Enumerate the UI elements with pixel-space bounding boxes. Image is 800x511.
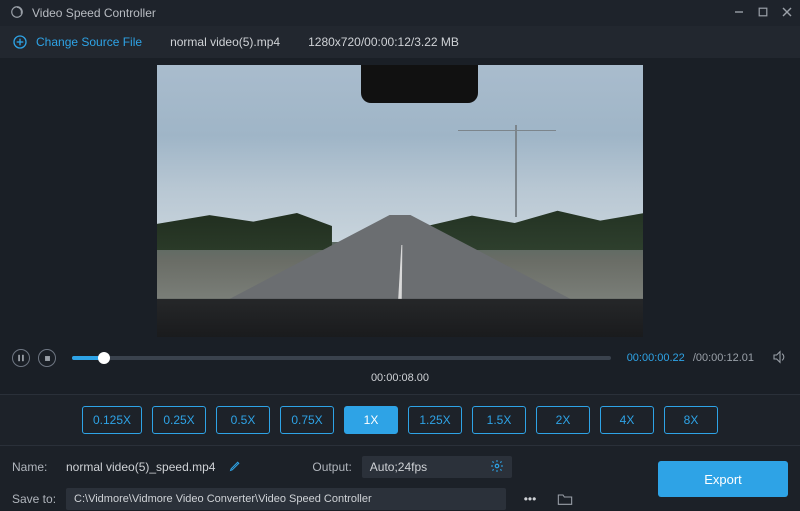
plus-circle-icon — [12, 34, 28, 50]
speed-4x[interactable]: 4X — [600, 406, 654, 434]
browse-button[interactable]: ••• — [516, 488, 544, 510]
marker-time: 00:00:08.00 — [0, 372, 800, 394]
volume-button[interactable] — [772, 350, 788, 367]
output-format-value: Auto;24fps — [370, 460, 427, 474]
stop-button[interactable] — [38, 349, 56, 367]
app-title: Video Speed Controller — [32, 6, 156, 20]
time-current: 00:00:00.22 — [627, 352, 685, 364]
output-label: Output: — [312, 460, 351, 474]
speed-2x[interactable]: 2X — [536, 406, 590, 434]
change-source-button[interactable]: Change Source File — [12, 34, 142, 50]
seek-slider[interactable] — [72, 356, 611, 360]
maximize-icon[interactable] — [758, 6, 768, 20]
speed-1-25x[interactable]: 1.25X — [408, 406, 462, 434]
name-label: Name: — [12, 460, 56, 474]
name-value: normal video(5)_speed.mp4 — [66, 460, 215, 474]
pause-button[interactable] — [12, 349, 30, 367]
save-path-value: C:\Vidmore\Vidmore Video Converter\Video… — [74, 493, 372, 505]
speed-0-5x[interactable]: 0.5X — [216, 406, 270, 434]
speed-1-5x[interactable]: 1.5X — [472, 406, 526, 434]
titlebar: Video Speed Controller — [0, 0, 800, 26]
titlebar-left: Video Speed Controller — [10, 5, 156, 22]
source-filename: normal video(5).mp4 — [170, 35, 280, 49]
save-path-input[interactable]: C:\Vidmore\Vidmore Video Converter\Video… — [66, 488, 506, 510]
window-controls — [734, 6, 792, 20]
video-frame[interactable] — [157, 65, 643, 337]
seek-thumb[interactable] — [98, 352, 110, 364]
source-meta: 1280x720/00:00:12/3.22 MB — [308, 35, 459, 49]
speed-0-75x[interactable]: 0.75X — [280, 406, 334, 434]
export-button[interactable]: Export — [658, 461, 788, 497]
speed-0-25x[interactable]: 0.25X — [152, 406, 206, 434]
change-source-label: Change Source File — [36, 35, 142, 49]
playback-controls: 00:00:00.22/00:00:12.01 — [0, 344, 800, 372]
save-label: Save to: — [12, 492, 56, 506]
speed-8x[interactable]: 8X — [664, 406, 718, 434]
video-preview-area — [0, 58, 800, 344]
output-format-select[interactable]: Auto;24fps — [362, 456, 512, 478]
app-logo-icon — [10, 5, 24, 22]
minimize-icon[interactable] — [734, 6, 744, 20]
edit-name-button[interactable] — [229, 459, 242, 475]
speed-0-125x[interactable]: 0.125X — [82, 406, 142, 434]
export-label: Export — [704, 472, 742, 487]
open-folder-button[interactable] — [554, 488, 576, 510]
speed-selector: 0.125X 0.25X 0.5X 0.75X 1X 1.25X 1.5X 2X… — [0, 394, 800, 446]
time-total: /00:00:12.01 — [693, 352, 754, 364]
source-bar: Change Source File normal video(5).mp4 1… — [0, 26, 800, 58]
speed-1x[interactable]: 1X — [344, 406, 398, 434]
gear-icon[interactable] — [490, 459, 504, 476]
close-icon[interactable] — [782, 6, 792, 20]
